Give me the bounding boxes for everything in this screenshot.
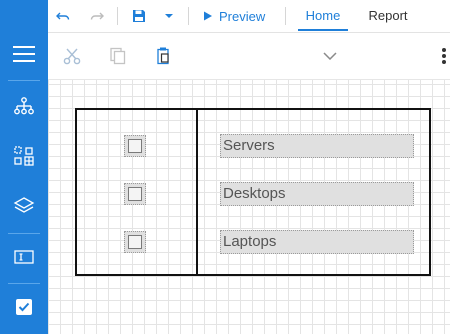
checkbox-cell-desktops[interactable] — [124, 183, 146, 205]
undo-icon — [56, 12, 70, 20]
tab-home[interactable]: Home — [298, 0, 348, 31]
rail-divider — [8, 80, 40, 81]
paste-button[interactable] — [154, 46, 174, 66]
report-explorer-button[interactable] — [0, 86, 48, 126]
checkbox-icon[interactable] — [128, 235, 142, 249]
toolbar-divider — [117, 7, 118, 25]
play-icon — [204, 11, 212, 21]
label-cell-desktops[interactable]: Desktops — [220, 182, 414, 206]
layers-icon — [13, 197, 35, 213]
layers-button[interactable] — [0, 186, 48, 226]
copy-button[interactable] — [108, 46, 128, 66]
checkbox-icon[interactable] — [128, 139, 142, 153]
toolbar-divider — [285, 7, 286, 25]
copy-icon — [110, 47, 126, 65]
save-button[interactable] — [130, 7, 148, 25]
chevron-down-icon — [165, 14, 173, 18]
checkbox-cell-servers[interactable] — [124, 135, 146, 157]
properties-icon — [14, 250, 34, 264]
side-rail — [0, 0, 48, 334]
report-explorer-icon — [14, 97, 34, 115]
paste-icon — [157, 47, 169, 65]
redo-icon — [90, 12, 104, 20]
field-list-icon — [14, 146, 34, 166]
label-cell-laptops[interactable]: Laptops — [220, 230, 414, 254]
properties-button[interactable] — [0, 237, 48, 277]
checkbox-cell-laptops[interactable] — [124, 231, 146, 253]
ribbon-expand-dropdown[interactable] — [320, 46, 340, 66]
more-options-button[interactable] — [434, 46, 450, 66]
validate-icon — [16, 299, 32, 315]
field-list-button[interactable] — [0, 136, 48, 176]
cut-icon — [63, 48, 81, 65]
menu-button[interactable] — [0, 34, 48, 74]
preview-label: Preview — [219, 8, 266, 24]
tab-report[interactable]: Report — [360, 0, 416, 31]
more-icon — [442, 48, 446, 64]
menu-icon — [13, 46, 35, 62]
save-icon — [133, 10, 145, 22]
redo-button[interactable] — [88, 7, 106, 25]
checkbox-icon[interactable] — [128, 187, 142, 201]
ribbon — [48, 33, 450, 80]
preview-button[interactable]: Preview — [203, 6, 265, 26]
top-toolbar: Preview Home Report — [48, 0, 450, 33]
toolbar-divider — [188, 7, 189, 25]
undo-button[interactable] — [54, 7, 72, 25]
report-table[interactable]: Servers Desktops Laptops — [75, 108, 431, 276]
column-divider — [196, 110, 198, 274]
validate-button[interactable] — [0, 287, 48, 327]
cut-button[interactable] — [62, 46, 82, 66]
rail-divider — [8, 283, 40, 284]
chevron-down-icon — [323, 52, 337, 60]
label-cell-servers[interactable]: Servers — [220, 134, 414, 158]
save-options-dropdown[interactable] — [160, 7, 178, 25]
rail-divider — [8, 233, 40, 234]
